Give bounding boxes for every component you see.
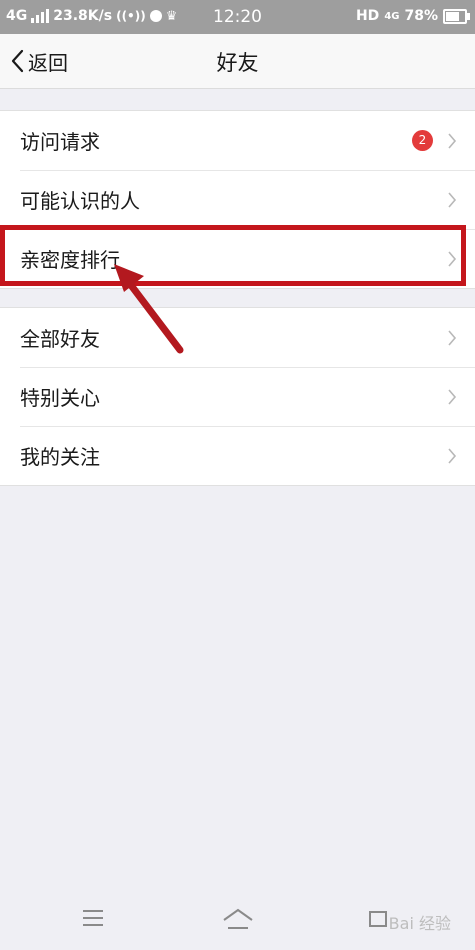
list-item-label: 亲密度排行	[20, 248, 120, 272]
status-bar: 4G 23.8K/s ((•)) ♛ 12:20 HD 4G 78%	[0, 0, 475, 34]
home-icon[interactable]	[222, 908, 254, 930]
list-item-label: 特别关心	[20, 386, 100, 410]
chevron-right-icon	[448, 388, 457, 405]
chevron-right-icon	[448, 191, 457, 208]
list-item-all-friends[interactable]: 全部好友	[0, 308, 475, 367]
nav-bar: 返回 好友	[0, 34, 475, 89]
watermark: Bai 经验	[388, 914, 451, 933]
network-right: 4G	[384, 10, 400, 22]
hd-label: HD	[355, 8, 380, 24]
chevron-right-icon	[448, 329, 457, 346]
chevron-right-icon	[448, 250, 457, 267]
list-item-label: 全部好友	[20, 327, 100, 351]
bottom-nav: Bai 经验	[0, 896, 475, 950]
page-title: 好友	[216, 51, 259, 75]
chevron-right-icon	[448, 132, 457, 149]
list-group-1: 访问请求 2 可能认识的人 亲密度排行	[0, 110, 475, 289]
list-item-label: 我的关注	[20, 445, 100, 469]
list-item-label: 访问请求	[20, 130, 100, 154]
list-group-2: 全部好友 特别关心 我的关注	[0, 307, 475, 486]
status-right: HD 4G 78%	[355, 8, 470, 24]
list-item-my-follows[interactable]: 我的关注	[0, 426, 475, 485]
list-item-visit-requests[interactable]: 访问请求 2	[0, 111, 475, 170]
list-item-special-care[interactable]: 特别关心	[0, 367, 475, 426]
list-item-people-you-may-know[interactable]: 可能认识的人	[0, 170, 475, 229]
battery-icon	[443, 8, 470, 24]
list-item-intimacy-ranking[interactable]: 亲密度排行	[0, 229, 475, 288]
list-item-label: 可能认识的人	[20, 189, 140, 213]
menu-icon[interactable]	[82, 908, 104, 928]
battery-percent: 78%	[404, 8, 438, 24]
notification-badge: 2	[412, 130, 433, 151]
back-nav-icon[interactable]	[367, 908, 389, 928]
chevron-right-icon	[448, 447, 457, 464]
